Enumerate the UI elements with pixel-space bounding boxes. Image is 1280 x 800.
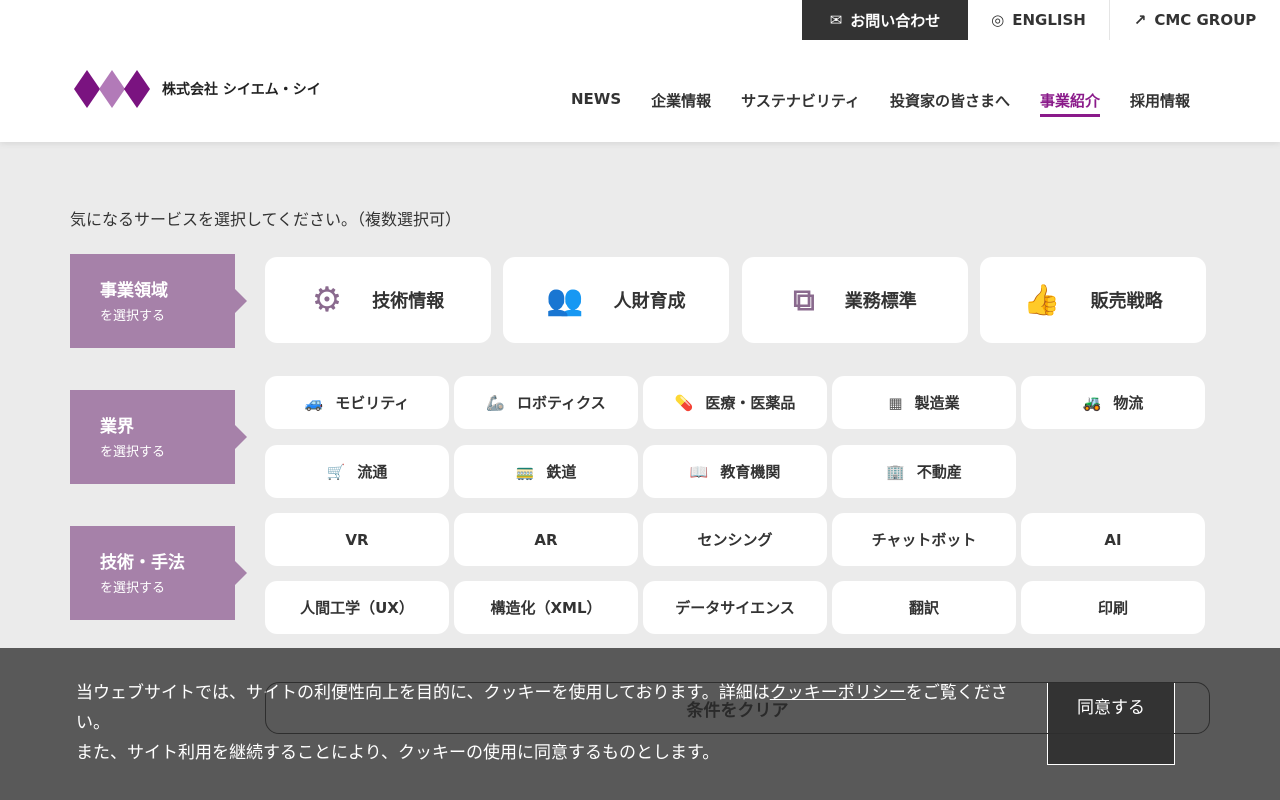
industry-mobility[interactable]: 🚙 モビリティ [265, 376, 449, 429]
nav-recruit[interactable]: 採用情報 [1130, 90, 1190, 117]
nav-sustainability[interactable]: サステナビリティ [741, 90, 860, 117]
industry-realestate[interactable]: 🏢 不動産 [832, 445, 1016, 498]
domain-hr[interactable]: 👥 人財育成 [503, 257, 729, 343]
industry-manufacturing[interactable]: ▦ 製造業 [832, 376, 1016, 429]
nav-investors[interactable]: 投資家の皆さまへ [890, 90, 1010, 117]
cmc-group-link[interactable]: ↗ CMC GROUP [1110, 0, 1280, 40]
tech-chatbot[interactable]: チャットボット [832, 513, 1016, 566]
industry-logistics[interactable]: 🚜 物流 [1021, 376, 1205, 429]
category-industry: 業界 を選択する [70, 390, 247, 484]
cmc-logo-icon [74, 70, 150, 108]
people-icon: 👥 [546, 282, 584, 318]
external-link-icon: ↗ [1133, 11, 1147, 29]
car-icon: 🚙 [304, 393, 324, 412]
tech-vr[interactable]: VR [265, 513, 449, 566]
clear-conditions-button[interactable]: 条件をクリア [265, 682, 1210, 734]
nav-business[interactable]: 事業紹介 [1039, 90, 1100, 117]
main-nav: NEWS 企業情報 サステナビリティ 投資家の皆さまへ 事業紹介 採用情報 [571, 90, 1190, 117]
tech-ai[interactable]: AI [1021, 513, 1205, 566]
utility-bar: ✉ お問い合わせ ◎ ENGLISH ↗ CMC GROUP [802, 0, 1280, 40]
cart-icon: 🛒 [326, 462, 346, 481]
forklift-icon: 🚜 [1082, 393, 1102, 412]
boxes-icon: ▦ [888, 393, 903, 412]
mail-icon: ✉ [829, 11, 843, 29]
tech-ar[interactable]: AR [454, 513, 638, 566]
industry-robotics[interactable]: 🦾 ロボティクス [454, 376, 638, 429]
logo[interactable]: 株式会社 シイエム・シイ [74, 70, 321, 108]
flowchart-icon: ⧉ [793, 282, 815, 318]
book-icon: 📖 [689, 462, 709, 481]
domain-standards[interactable]: ⧉ 業務標準 [742, 257, 968, 343]
industry-education[interactable]: 📖 教育機関 [643, 445, 827, 498]
industry-medical[interactable]: 💊 医療・医薬品 [643, 376, 827, 429]
contact-button[interactable]: ✉ お問い合わせ [802, 0, 968, 40]
english-link[interactable]: ◎ ENGLISH [968, 0, 1110, 40]
medical-icon: 💊 [674, 393, 694, 412]
nav-company[interactable]: 企業情報 [651, 90, 711, 117]
tech-sensing[interactable]: センシング [643, 513, 827, 566]
tech-xml[interactable]: 構造化（XML） [454, 581, 638, 634]
industry-retail[interactable]: 🛒 流通 [265, 445, 449, 498]
globe-icon: ◎ [991, 11, 1005, 29]
intro-text: 気になるサービスを選択してください。（複数選択可） [70, 210, 462, 229]
tech-translation[interactable]: 翻訳 [832, 581, 1016, 634]
robot-arm-icon: 🦾 [486, 393, 506, 412]
category-technique: 技術・手法 を選択する [70, 526, 247, 620]
building-icon: 🏢 [886, 462, 905, 481]
category-domain: 事業領域 を選択する [70, 254, 247, 348]
train-icon: 🚃 [515, 462, 535, 481]
person-thumbs-up-icon: 👍 [1023, 282, 1061, 318]
industry-railway[interactable]: 🚃 鉄道 [454, 445, 638, 498]
domain-sales[interactable]: 👍 販売戦略 [980, 257, 1206, 343]
tech-data-science[interactable]: データサイエンス [643, 581, 827, 634]
nav-news[interactable]: NEWS [571, 90, 621, 117]
tech-ux[interactable]: 人間工学（UX） [265, 581, 449, 634]
gears-icon: ⚙ [311, 280, 343, 320]
tech-printing[interactable]: 印刷 [1021, 581, 1205, 634]
site-header: ✉ お問い合わせ ◎ ENGLISH ↗ CMC GROUP 株式会社 シイエム・シイ… [0, 0, 1280, 142]
domain-tech-info[interactable]: ⚙ 技術情報 [265, 257, 491, 343]
